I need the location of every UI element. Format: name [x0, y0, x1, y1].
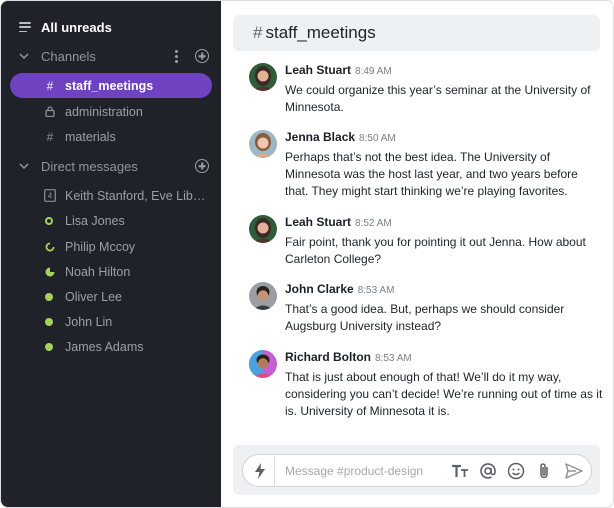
message: John Clarke 8:53 AM That’s a good idea. B… [249, 282, 603, 335]
message-text: That is just about enough of that! We’ll… [285, 370, 603, 418]
message: Jenna Black 8:50 AM Perhaps that’s not th… [249, 130, 603, 200]
attachment-icon[interactable] [533, 460, 555, 482]
add-dm-icon[interactable] [195, 159, 209, 173]
chat-app: All unreads Channels # staff_meetings ad… [0, 0, 614, 508]
text-format-icon[interactable] [449, 460, 471, 482]
svg-text:4: 4 [48, 192, 53, 201]
avatar[interactable] [249, 350, 277, 378]
add-channel-icon[interactable] [195, 49, 209, 63]
channel-label: materials [65, 129, 116, 144]
dm-item-john-lin[interactable]: John Lin [10, 309, 212, 334]
lightning-icon[interactable] [245, 455, 275, 486]
send-icon[interactable] [563, 460, 585, 482]
hash-icon: # [253, 23, 263, 42]
dm-label: Keith Stanford, Eve Libe... [65, 188, 210, 203]
channel-header: # staff_meetings [233, 15, 600, 51]
message-composer [242, 454, 592, 487]
message-timestamp: 8:49 AM [355, 66, 392, 77]
hash-icon: # [46, 78, 54, 93]
message-text: That’s a good idea. But, perhaps we shou… [285, 302, 565, 333]
online-status-icon [45, 343, 53, 351]
message-author[interactable]: Leah Stuart [285, 215, 351, 229]
emoji-icon[interactable] [505, 460, 527, 482]
list-icon [19, 22, 31, 32]
chevron-down-icon[interactable] [19, 53, 31, 59]
online-status-icon [45, 293, 53, 301]
dm-item-oliver-lee[interactable]: Oliver Lee [10, 284, 212, 309]
message-input[interactable] [285, 463, 445, 478]
message: Richard Bolton 8:53 AM That is just about… [249, 350, 603, 420]
dm-label: Lisa Jones [65, 213, 125, 228]
hash-icon: # [46, 129, 54, 144]
avatar[interactable] [249, 282, 277, 310]
dm-item-lisa-jones[interactable]: Lisa Jones [10, 208, 212, 233]
all-unreads-link[interactable]: All unreads [19, 18, 112, 36]
dm-label: Noah Hilton [65, 264, 131, 279]
dm-item-philip-mccoy[interactable]: Philip Mccoy [10, 234, 212, 259]
online-status-icon [45, 217, 53, 225]
dm-header-label: Direct messages [41, 158, 138, 174]
message-author[interactable]: John Clarke [285, 282, 354, 296]
dm-label: Philip Mccoy [65, 239, 136, 254]
channels-section-header[interactable]: Channels [19, 46, 209, 66]
channels-header-label: Channels [41, 48, 96, 64]
channel-label: administration [65, 104, 143, 119]
dm-item-keith-stanford[interactable]: 4 Keith Stanford, Eve Libe... [10, 183, 212, 208]
dm-item-noah-hilton[interactable]: Noah Hilton [10, 259, 212, 284]
lock-icon [43, 106, 57, 117]
message-text: We could organize this year’s seminar at… [285, 83, 591, 114]
message-author[interactable]: Leah Stuart [285, 63, 351, 77]
avatar[interactable] [249, 130, 277, 158]
all-unreads-label: All unreads [41, 19, 112, 35]
dm-label: John Lin [65, 314, 113, 329]
channel-item-materials[interactable]: # materials [10, 124, 212, 149]
channel-title: staff_meetings [265, 23, 376, 42]
dm-label: Oliver Lee [65, 289, 122, 304]
message-timestamp: 8:53 AM [375, 353, 412, 364]
message-timestamp: 8:53 AM [357, 285, 395, 296]
sidebar: All unreads Channels # staff_meetings ad… [1, 1, 221, 507]
message-author[interactable]: Jenna Black [285, 130, 355, 144]
message: Leah Stuart 8:52 AM Fair point, thank you… [249, 215, 603, 268]
message-text: Perhaps that’s not the best idea. The Un… [285, 150, 578, 198]
channel-item-staff-meetings[interactable]: # staff_meetings [10, 73, 212, 98]
composer-area [233, 445, 600, 495]
direct-messages-section-header[interactable]: Direct messages [19, 156, 209, 176]
message-timestamp: 8:50 AM [359, 133, 396, 144]
conversation-pane: # staff_meetings Leah Stuart 8:49 AM We c… [221, 1, 613, 507]
more-options-icon[interactable] [171, 49, 181, 63]
message-text: Fair point, thank you for pointing it ou… [285, 235, 586, 266]
avatar[interactable] [249, 215, 277, 243]
message-timestamp: 8:52 AM [355, 218, 392, 229]
channel-item-administration[interactable]: administration [10, 99, 212, 124]
dm-item-james-adams[interactable]: James Adams [10, 334, 212, 359]
group-count-icon: 4 [43, 189, 57, 202]
message-author[interactable]: Richard Bolton [285, 350, 371, 364]
online-status-icon [45, 318, 53, 326]
away-status-icon [43, 241, 57, 252]
avatar[interactable] [249, 63, 277, 91]
message: Leah Stuart 8:49 AM We could organize thi… [249, 63, 603, 116]
chevron-down-icon[interactable] [19, 163, 31, 169]
dm-label: James Adams [65, 339, 144, 354]
channel-label: staff_meetings [65, 78, 154, 93]
busy-status-icon [43, 266, 57, 277]
mention-icon[interactable] [477, 460, 499, 482]
